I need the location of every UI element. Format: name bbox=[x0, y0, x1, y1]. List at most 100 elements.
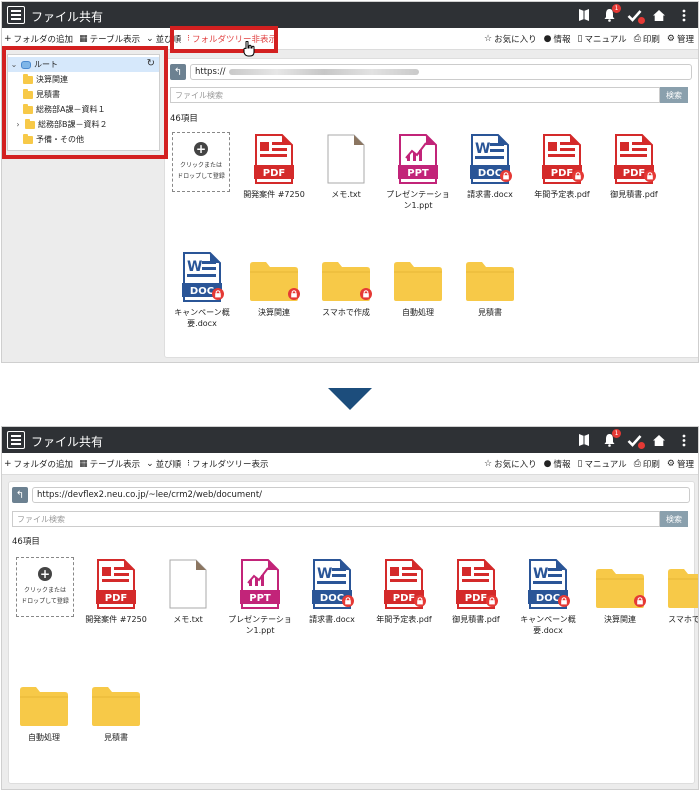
admin-button[interactable]: ⚙ 管理 bbox=[667, 33, 694, 45]
lock-icon bbox=[558, 595, 570, 610]
book-icon: ▯ bbox=[577, 34, 583, 44]
file-name: 年間予定表.pdf bbox=[534, 190, 590, 199]
favorites-button[interactable]: ☆ お気に入り bbox=[484, 458, 537, 470]
folder-icon bbox=[588, 555, 652, 610]
file-item[interactable]: PDF 年間予定表.pdf bbox=[372, 555, 436, 625]
print-button[interactable]: ⎙ 印刷 bbox=[634, 33, 660, 45]
menu-icon[interactable] bbox=[7, 431, 25, 449]
file-item[interactable]: PDF 年間予定表.pdf bbox=[530, 130, 594, 200]
folder-icon bbox=[12, 673, 76, 728]
bookmark-icon[interactable] bbox=[576, 432, 592, 448]
file-item[interactable]: 自動処理 bbox=[386, 248, 450, 318]
upload-dropzone[interactable]: + クリックまたは ドロップして登録 bbox=[172, 132, 230, 192]
check-icon[interactable] bbox=[626, 432, 645, 449]
file-name: 見積書 bbox=[104, 733, 128, 742]
home-icon[interactable] bbox=[651, 432, 667, 448]
printer-icon: ⎙ bbox=[633, 34, 641, 44]
file-item[interactable]: W DOC キャンペーン概要.docx bbox=[170, 248, 234, 329]
file-name: 自動処理 bbox=[402, 308, 434, 317]
folder-icon bbox=[242, 248, 306, 303]
info-button[interactable]: ● 情報 bbox=[544, 458, 571, 470]
search-input[interactable]: ファイル検索 bbox=[170, 87, 660, 103]
file-item[interactable]: PDF 御見積書.pdf bbox=[602, 130, 666, 200]
svg-text:W: W bbox=[317, 566, 332, 582]
pdf-file-icon: PDF bbox=[530, 130, 594, 185]
folder-tree-toggle-button[interactable]: ⁝ フォルダツリー表示 bbox=[187, 458, 268, 470]
txt-file-icon bbox=[314, 130, 378, 185]
search-input[interactable]: ファイル検索 bbox=[12, 511, 660, 527]
search-button[interactable]: 検索 bbox=[660, 511, 688, 527]
svg-text:DOC: DOC bbox=[478, 168, 502, 179]
menu-icon[interactable] bbox=[7, 6, 25, 24]
manual-button[interactable]: ▯ マニュアル bbox=[577, 33, 626, 45]
favorites-button[interactable]: ☆ お気に入り bbox=[484, 33, 537, 45]
chevron-down-icon: ⌄ bbox=[146, 34, 154, 44]
file-name: プレゼンテーション1.ppt bbox=[386, 190, 450, 210]
path-field[interactable]: https://devflex2.neu.co.jp/~lee/crm2/web… bbox=[32, 487, 690, 503]
add-folder-button[interactable]: + フォルダの追加 bbox=[4, 33, 73, 45]
manual-button[interactable]: ▯ マニュアル bbox=[577, 458, 626, 470]
file-name: 見積書 bbox=[478, 308, 502, 317]
file-name: 開発案件 #7250 bbox=[243, 190, 305, 199]
bell-icon[interactable]: 1 bbox=[601, 4, 621, 23]
add-folder-button[interactable]: + フォルダの追加 bbox=[4, 458, 73, 470]
file-item[interactable]: W DOC キャンペーン概要.docx bbox=[516, 555, 580, 636]
more-vertical-icon[interactable] bbox=[676, 7, 692, 23]
svg-text:W: W bbox=[533, 566, 548, 582]
file-item[interactable]: 自動処理 bbox=[12, 673, 76, 743]
file-item[interactable]: W DOC 請求書.docx bbox=[458, 130, 522, 200]
table-view-button[interactable]: ▦ テーブル表示 bbox=[79, 33, 140, 45]
app-header: ファイル共有 1 bbox=[2, 2, 698, 28]
file-item[interactable]: 決算関連 bbox=[242, 248, 306, 318]
check-icon[interactable] bbox=[626, 7, 645, 24]
file-item[interactable]: PDF 開発案件 #7250 bbox=[84, 555, 148, 625]
table-icon: ▦ bbox=[79, 34, 88, 44]
file-item[interactable]: メモ.txt bbox=[156, 555, 220, 625]
star-icon: ☆ bbox=[484, 459, 493, 469]
file-item[interactable]: スマホで作成 bbox=[314, 248, 378, 318]
sort-button[interactable]: ⌄ 並び順 bbox=[146, 458, 181, 470]
path-field[interactable]: https:// bbox=[190, 64, 692, 80]
path-bar: ↰ https:// bbox=[170, 64, 692, 80]
file-item[interactable]: 見積書 bbox=[84, 673, 148, 743]
file-item[interactable]: PPT プレゼンテーション1.ppt bbox=[386, 130, 450, 211]
doc-file-icon: W DOC bbox=[516, 555, 580, 610]
lightbulb-icon: ● bbox=[543, 34, 552, 44]
bell-icon[interactable]: 1 bbox=[601, 429, 621, 448]
search-button[interactable]: 検索 bbox=[660, 87, 688, 103]
file-item[interactable]: PDF 御見積書.pdf bbox=[444, 555, 508, 625]
file-item[interactable]: スマホで作成 bbox=[660, 555, 698, 625]
svg-text:PDF: PDF bbox=[263, 168, 285, 179]
bookmark-icon[interactable] bbox=[576, 7, 592, 23]
down-arrow-icon bbox=[328, 388, 372, 410]
svg-text:PPT: PPT bbox=[407, 168, 429, 179]
file-name: キャンペーン概要.docx bbox=[520, 615, 576, 635]
file-name: 開発案件 #7250 bbox=[85, 615, 147, 624]
item-count: 46項目 bbox=[170, 114, 198, 124]
table-view-button[interactable]: ▦ テーブル表示 bbox=[79, 458, 140, 470]
more-vertical-icon[interactable] bbox=[676, 432, 692, 448]
check-alert-dot bbox=[638, 442, 645, 449]
file-item[interactable]: 決算関連 bbox=[588, 555, 652, 625]
lock-icon bbox=[414, 595, 426, 610]
print-button[interactable]: ⎙ 印刷 bbox=[634, 458, 660, 470]
search-bar: ファイル検索 検索 bbox=[170, 87, 688, 103]
home-icon[interactable] bbox=[651, 7, 667, 23]
admin-button[interactable]: ⚙ 管理 bbox=[667, 458, 694, 470]
book-icon: ▯ bbox=[577, 459, 583, 469]
notification-badge: 1 bbox=[612, 4, 621, 13]
parent-folder-button[interactable]: ↰ bbox=[170, 64, 186, 80]
svg-text:W: W bbox=[475, 141, 490, 157]
file-item[interactable]: 見積書 bbox=[458, 248, 522, 318]
info-button[interactable]: ● 情報 bbox=[544, 33, 571, 45]
svg-text:PDF: PDF bbox=[465, 593, 487, 604]
upload-dropzone[interactable]: + クリックまたは ドロップして登録 bbox=[16, 557, 74, 617]
lock-icon bbox=[572, 170, 584, 185]
star-icon: ☆ bbox=[484, 34, 493, 44]
file-item[interactable]: PPT プレゼンテーション1.ppt bbox=[228, 555, 292, 636]
parent-folder-button[interactable]: ↰ bbox=[12, 487, 28, 503]
file-item[interactable]: W DOC 請求書.docx bbox=[300, 555, 364, 625]
file-item[interactable]: メモ.txt bbox=[314, 130, 378, 200]
pdf-file-icon: PDF bbox=[242, 130, 306, 185]
file-item[interactable]: PDF 開発案件 #7250 bbox=[242, 130, 306, 200]
